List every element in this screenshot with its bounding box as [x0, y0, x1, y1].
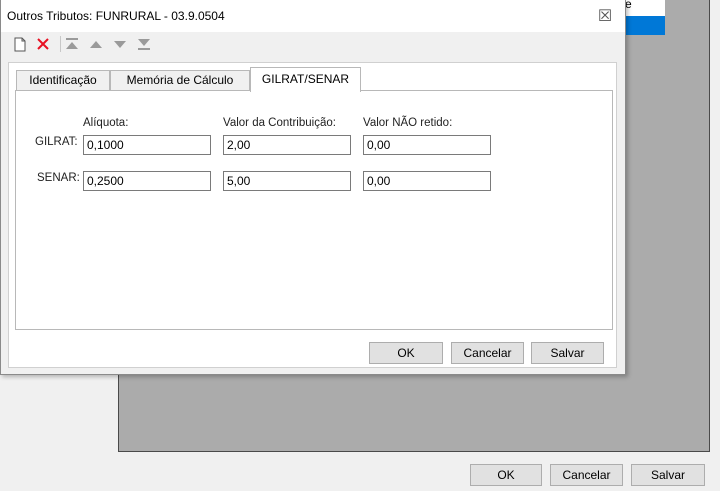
tab-identificacao[interactable]: Identificação	[16, 70, 110, 91]
dialog-titlebar[interactable]: Outros Tributos: FUNRURAL - 03.9.0504 ☒	[1, 0, 625, 32]
gilrat-aliquota-input[interactable]	[83, 135, 211, 155]
cancel-button[interactable]: Cancelar	[451, 342, 524, 364]
valor-contribuicao-column-label: Valor da Contribuição:	[223, 117, 336, 129]
gilrat-valor-nao-retido-input[interactable]	[363, 135, 491, 155]
delete-icon[interactable]	[34, 34, 52, 54]
senar-valor-contribuicao-input[interactable]	[223, 171, 351, 191]
tab-memoria-de-calculo[interactable]: Memória de Cálculo	[110, 70, 250, 91]
toolbar	[9, 34, 169, 56]
aliquota-column-label: Alíquota:	[83, 117, 129, 129]
move-last-icon[interactable]	[135, 34, 153, 54]
background-edge	[710, 0, 720, 452]
toolbar-separator	[60, 36, 61, 52]
move-first-icon[interactable]	[63, 34, 81, 54]
senar-aliquota-input[interactable]	[83, 171, 211, 191]
gilrat-senar-panel: Alíquota: Valor da Contribuição: Valor N…	[15, 90, 613, 330]
funrural-dialog: Outros Tributos: FUNRURAL - 03.9.0504 ☒ …	[0, 0, 626, 375]
background-save-button[interactable]: Salvar	[631, 464, 705, 486]
dialog-content: Identificação Memória de Cálculo GILRAT/…	[8, 62, 617, 368]
save-button[interactable]: Salvar	[531, 342, 604, 364]
dialog-title: Outros Tributos: FUNRURAL - 03.9.0504	[7, 9, 225, 23]
background-cancel-button[interactable]: Cancelar	[550, 464, 623, 486]
valor-nao-retido-column-label: Valor NÃO retido:	[363, 117, 453, 129]
new-document-icon[interactable]	[11, 34, 29, 54]
move-down-icon[interactable]	[111, 34, 129, 54]
gilrat-valor-contribuicao-input[interactable]	[223, 135, 351, 155]
close-icon[interactable]: ☒	[591, 6, 619, 28]
senar-row-label: SENAR:	[37, 172, 80, 184]
ok-button[interactable]: OK	[369, 342, 443, 364]
background-list-text: e	[625, 0, 632, 11]
move-up-icon[interactable]	[87, 34, 105, 54]
senar-valor-nao-retido-input[interactable]	[363, 171, 491, 191]
background-ok-button[interactable]: OK	[470, 464, 542, 486]
gilrat-row-label: GILRAT:	[35, 136, 78, 148]
tab-gilrat-senar[interactable]: GILRAT/SENAR	[250, 67, 361, 92]
